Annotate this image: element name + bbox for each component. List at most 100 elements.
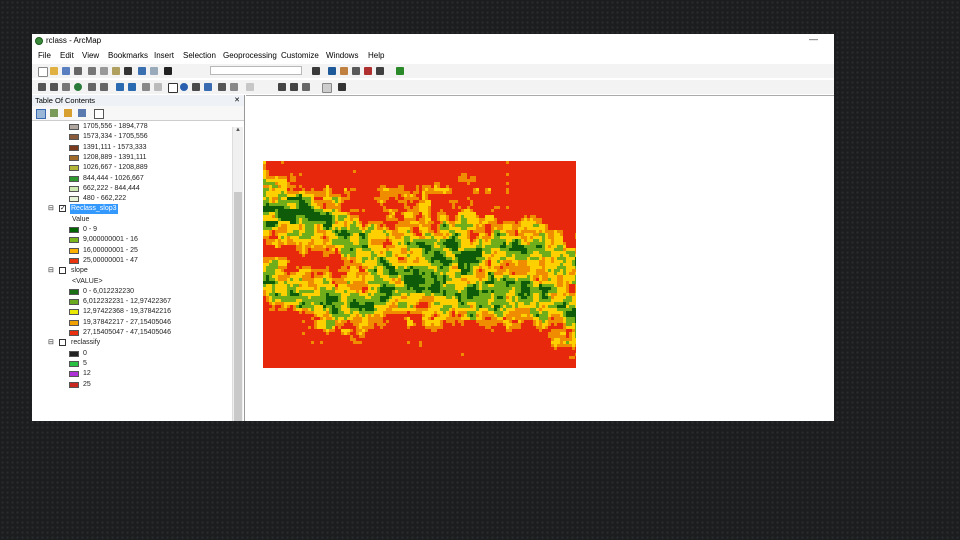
menu-help[interactable]: Help [368, 51, 384, 60]
arcmap-window: rclass - ArcMap — File Edit View Bookmar… [32, 34, 834, 421]
print-icon[interactable] [74, 67, 82, 75]
fixed-zoom-out-icon[interactable] [100, 83, 108, 91]
route-icon[interactable] [204, 83, 212, 91]
clear-selection-icon[interactable] [154, 83, 162, 91]
identify-icon[interactable] [180, 83, 188, 91]
editor-icon[interactable] [312, 67, 320, 75]
delete-icon[interactable] [124, 67, 132, 75]
legend-swatch [69, 144, 79, 151]
menu-view[interactable]: View [82, 51, 99, 60]
model-builder-icon[interactable] [396, 67, 404, 75]
legend-swatch [69, 227, 79, 233]
measure-icon[interactable] [230, 83, 238, 91]
slope-raster-map[interactable] [263, 161, 576, 368]
list-by-selection-icon[interactable] [78, 109, 86, 117]
layer-name[interactable]: reclassify [70, 338, 101, 348]
scroll-up-arrow-icon[interactable]: ▲ [233, 127, 243, 137]
add-data-icon[interactable] [164, 67, 172, 75]
search-window-icon[interactable] [352, 67, 360, 75]
legend-label: 16,00000001 - 25 [83, 246, 138, 254]
layer-visibility-checkbox[interactable] [59, 339, 66, 347]
binoculars-icon[interactable] [278, 83, 286, 91]
paste-icon[interactable] [112, 67, 120, 75]
cut-icon[interactable] [88, 67, 96, 75]
zoom-out-icon[interactable] [50, 83, 58, 91]
hyperlink-icon[interactable] [246, 83, 254, 91]
legend-swatch [69, 299, 79, 306]
toc-close-button[interactable]: ✕ [234, 95, 240, 106]
menu-geoprocessing[interactable]: Geoprocessing [223, 51, 277, 60]
layer-visibility-checkbox[interactable] [59, 267, 66, 275]
time-slider-icon[interactable] [322, 83, 332, 93]
back-extent-icon[interactable] [116, 83, 124, 91]
legend-swatch [69, 165, 79, 172]
fixed-zoom-in-icon[interactable] [88, 83, 96, 91]
legend-swatch [69, 154, 79, 161]
menu-customize[interactable]: Customize [281, 51, 319, 60]
list-by-visibility-icon[interactable] [64, 109, 72, 117]
redo-icon[interactable] [150, 67, 158, 75]
ruler-icon[interactable] [290, 83, 298, 91]
collapse-toggle-icon[interactable]: ⊟ [48, 204, 54, 214]
undo-icon[interactable] [138, 67, 146, 75]
legend-swatch [69, 124, 79, 130]
select-features-icon[interactable] [142, 83, 150, 91]
toc-options-icon[interactable] [94, 109, 104, 119]
forward-extent-icon[interactable] [128, 83, 136, 91]
swipe-icon[interactable] [302, 83, 310, 91]
legend-swatch [69, 330, 79, 336]
legend-swatch [69, 237, 79, 244]
toc-header: Table Of Contents ✕ [32, 95, 244, 106]
menu-windows[interactable]: Windows [326, 51, 358, 60]
open-icon[interactable] [50, 67, 58, 75]
new-document-icon[interactable] [38, 67, 48, 77]
zoom-in-icon[interactable] [38, 83, 46, 91]
python-window-icon[interactable] [376, 67, 384, 75]
map-display[interactable] [246, 95, 834, 421]
select-elements-icon[interactable] [168, 83, 178, 93]
title-bar: rclass - ArcMap — [32, 34, 834, 48]
layer-visibility-checkbox[interactable]: ✓ [59, 205, 66, 213]
goto-xy-icon[interactable] [218, 83, 226, 91]
table-of-contents-panel: Table Of Contents ✕ 1705,556 - 1894,778 1… [32, 95, 245, 421]
menu-insert[interactable]: Insert [154, 51, 174, 60]
save-icon[interactable] [62, 67, 70, 75]
minimize-button[interactable]: — [809, 34, 818, 44]
find-icon[interactable] [192, 83, 200, 91]
arctoolbox-icon[interactable] [364, 67, 372, 75]
layer-name[interactable]: slope [70, 266, 89, 276]
menu-edit[interactable]: Edit [60, 51, 74, 60]
copy-icon[interactable] [100, 67, 108, 75]
legend-label: 25 [83, 380, 91, 388]
tools-toolbar [32, 80, 834, 94]
menu-bookmarks[interactable]: Bookmarks [108, 51, 148, 60]
layer-name[interactable]: Reclass_slop3 [70, 204, 118, 215]
viewer-window-icon[interactable] [338, 83, 346, 91]
legend-label: 1573,334 - 1705,556 [83, 133, 148, 141]
menu-selection[interactable]: Selection [183, 51, 216, 60]
field-label: <VALUE> [72, 277, 103, 285]
legend-label: 27,15405047 - 47,15405046 [83, 329, 171, 336]
scale-dropdown[interactable] [210, 66, 302, 75]
full-extent-icon[interactable] [74, 83, 82, 91]
list-by-drawing-order-icon[interactable] [36, 109, 46, 119]
list-by-source-icon[interactable] [50, 109, 58, 117]
legend-label: 6,012232231 - 12,97422367 [83, 298, 171, 306]
legend-label: 1705,556 - 1894,778 [83, 123, 148, 130]
catalog-icon[interactable] [340, 67, 348, 75]
field-label: Value [72, 215, 90, 223]
legend-label: 844,444 - 1026,667 [83, 174, 144, 182]
legend-label: 1026,667 - 1208,889 [83, 164, 148, 172]
collapse-toggle-icon[interactable]: ⊟ [48, 266, 54, 276]
collapse-toggle-icon[interactable]: ⊟ [48, 338, 54, 348]
menu-file[interactable]: File [38, 51, 51, 60]
legend-swatch [69, 360, 79, 367]
scroll-thumb[interactable] [234, 192, 242, 421]
legend-swatch [69, 134, 79, 141]
legend-swatch [69, 288, 79, 295]
toc-scrollbar[interactable]: ▲ [232, 127, 243, 421]
legend-label: 0 - 9 [83, 226, 98, 233]
legend-swatch [69, 257, 79, 264]
table-of-contents-icon[interactable] [328, 67, 336, 75]
pan-icon[interactable] [62, 83, 70, 91]
